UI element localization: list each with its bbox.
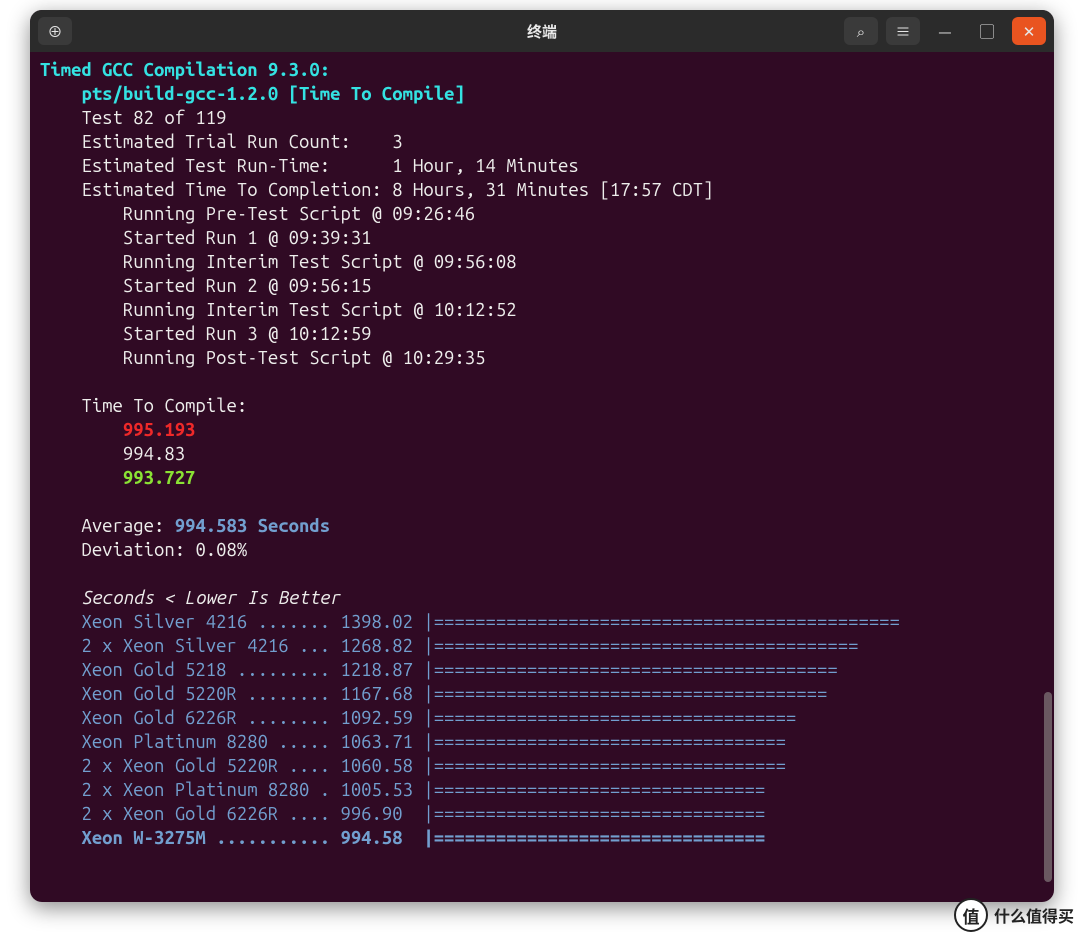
run-log-line: Started Run 1 @ 09:39:31 — [123, 228, 372, 248]
minimize-button[interactable]: — — [928, 17, 962, 45]
new-tab-button[interactable]: ⊕ — [38, 17, 72, 45]
comparison-row: Xeon Platinum 8280 ..... 1063.71 |======… — [81, 732, 785, 752]
plus-tab-icon: ⊕ — [47, 21, 62, 42]
comparison-block: Xeon Silver 4216 ....... 1398.02 |======… — [40, 612, 900, 848]
etrc-label: Estimated Trial Run Count: — [81, 132, 350, 152]
hamburger-icon: ≡ — [895, 21, 910, 42]
watermark: 值 什么值得买 — [954, 898, 1074, 932]
time-value-3: 993.727 — [123, 468, 196, 488]
test-progress: Test 82 of 119 — [81, 108, 226, 128]
test-identifier: pts/build-gcc-1.2.0 — [81, 84, 278, 104]
search-button[interactable]: ⌕ — [844, 17, 878, 45]
terminal-output[interactable]: Timed GCC Compilation 9.3.0: pts/build-g… — [30, 52, 1054, 902]
menu-button[interactable]: ≡ — [886, 17, 920, 45]
watermark-badge-icon: 值 — [954, 898, 988, 932]
comparison-row: 2 x Xeon Gold 5220R .... 1060.58 |======… — [81, 756, 785, 776]
maximize-icon: ▢ — [979, 21, 994, 42]
run-log-line: Started Run 2 @ 09:56:15 — [123, 276, 372, 296]
terminal-window: ⊕ 终端 ⌕ ≡ — ▢ ✕ Timed GCC Compilation 9.3… — [30, 10, 1054, 902]
ert-label: Estimated Test Run-Time: — [81, 156, 330, 176]
time-value-1: 995.193 — [123, 420, 196, 440]
legend: Seconds < Lower Is Better — [81, 588, 340, 608]
comparison-row: 2 x Xeon Silver 4216 ... 1268.82 |======… — [81, 636, 858, 656]
close-button[interactable]: ✕ — [1012, 17, 1046, 45]
minimize-icon: — — [938, 21, 951, 42]
comparison-row: Xeon Gold 5218 ......... 1218.87 |======… — [81, 660, 837, 680]
close-icon: ✕ — [1023, 21, 1036, 42]
deviation-label: Deviation: — [81, 540, 185, 560]
comparison-row: Xeon W-3275M ........... 994.58 |=======… — [81, 828, 765, 848]
etc-label: Estimated Time To Completion: — [81, 180, 381, 200]
deviation-value: 0.08% — [195, 540, 247, 560]
watermark-text: 什么值得买 — [994, 903, 1074, 927]
titlebar: ⊕ 终端 ⌕ ≡ — ▢ ✕ — [30, 10, 1054, 52]
times-label: Time To Compile: — [81, 396, 247, 416]
comparison-row: 2 x Xeon Platinum 8280 . 1005.53 |======… — [81, 780, 765, 800]
run-log-line: Started Run 3 @ 10:12:59 — [123, 324, 372, 344]
run-log-line: Running Interim Test Script @ 09:56:08 — [123, 252, 517, 272]
run-log-line: Running Pre-Test Script @ 09:26:46 — [123, 204, 475, 224]
comparison-row: 2 x Xeon Gold 6226R .... 996.90 |=======… — [81, 804, 765, 824]
run-log-line: Running Post-Test Script @ 10:29:35 — [123, 348, 486, 368]
header-title: Timed GCC Compilation 9.3.0: — [40, 60, 330, 80]
etrc-value: 3 — [392, 132, 402, 152]
maximize-button[interactable]: ▢ — [970, 17, 1004, 45]
average-label: Average: — [81, 516, 164, 536]
ert-value: 1 Hour, 14 Minutes — [392, 156, 578, 176]
metric-label: [Time To Compile] — [289, 84, 465, 104]
run-log-line: Running Interim Test Script @ 10:12:52 — [123, 300, 517, 320]
time-value-2: 994.83 — [123, 444, 185, 464]
average-value: 994.583 Seconds — [175, 516, 330, 536]
search-icon: ⌕ — [857, 21, 865, 42]
comparison-row: Xeon Gold 6226R ........ 1092.59 |======… — [81, 708, 796, 728]
comparison-row: Xeon Silver 4216 ....... 1398.02 |======… — [81, 612, 899, 632]
scrollbar-thumb[interactable] — [1044, 692, 1052, 882]
etc-value: 8 Hours, 31 Minutes [17:57 CDT] — [392, 180, 713, 200]
comparison-row: Xeon Gold 5220R ........ 1167.68 |======… — [81, 684, 827, 704]
